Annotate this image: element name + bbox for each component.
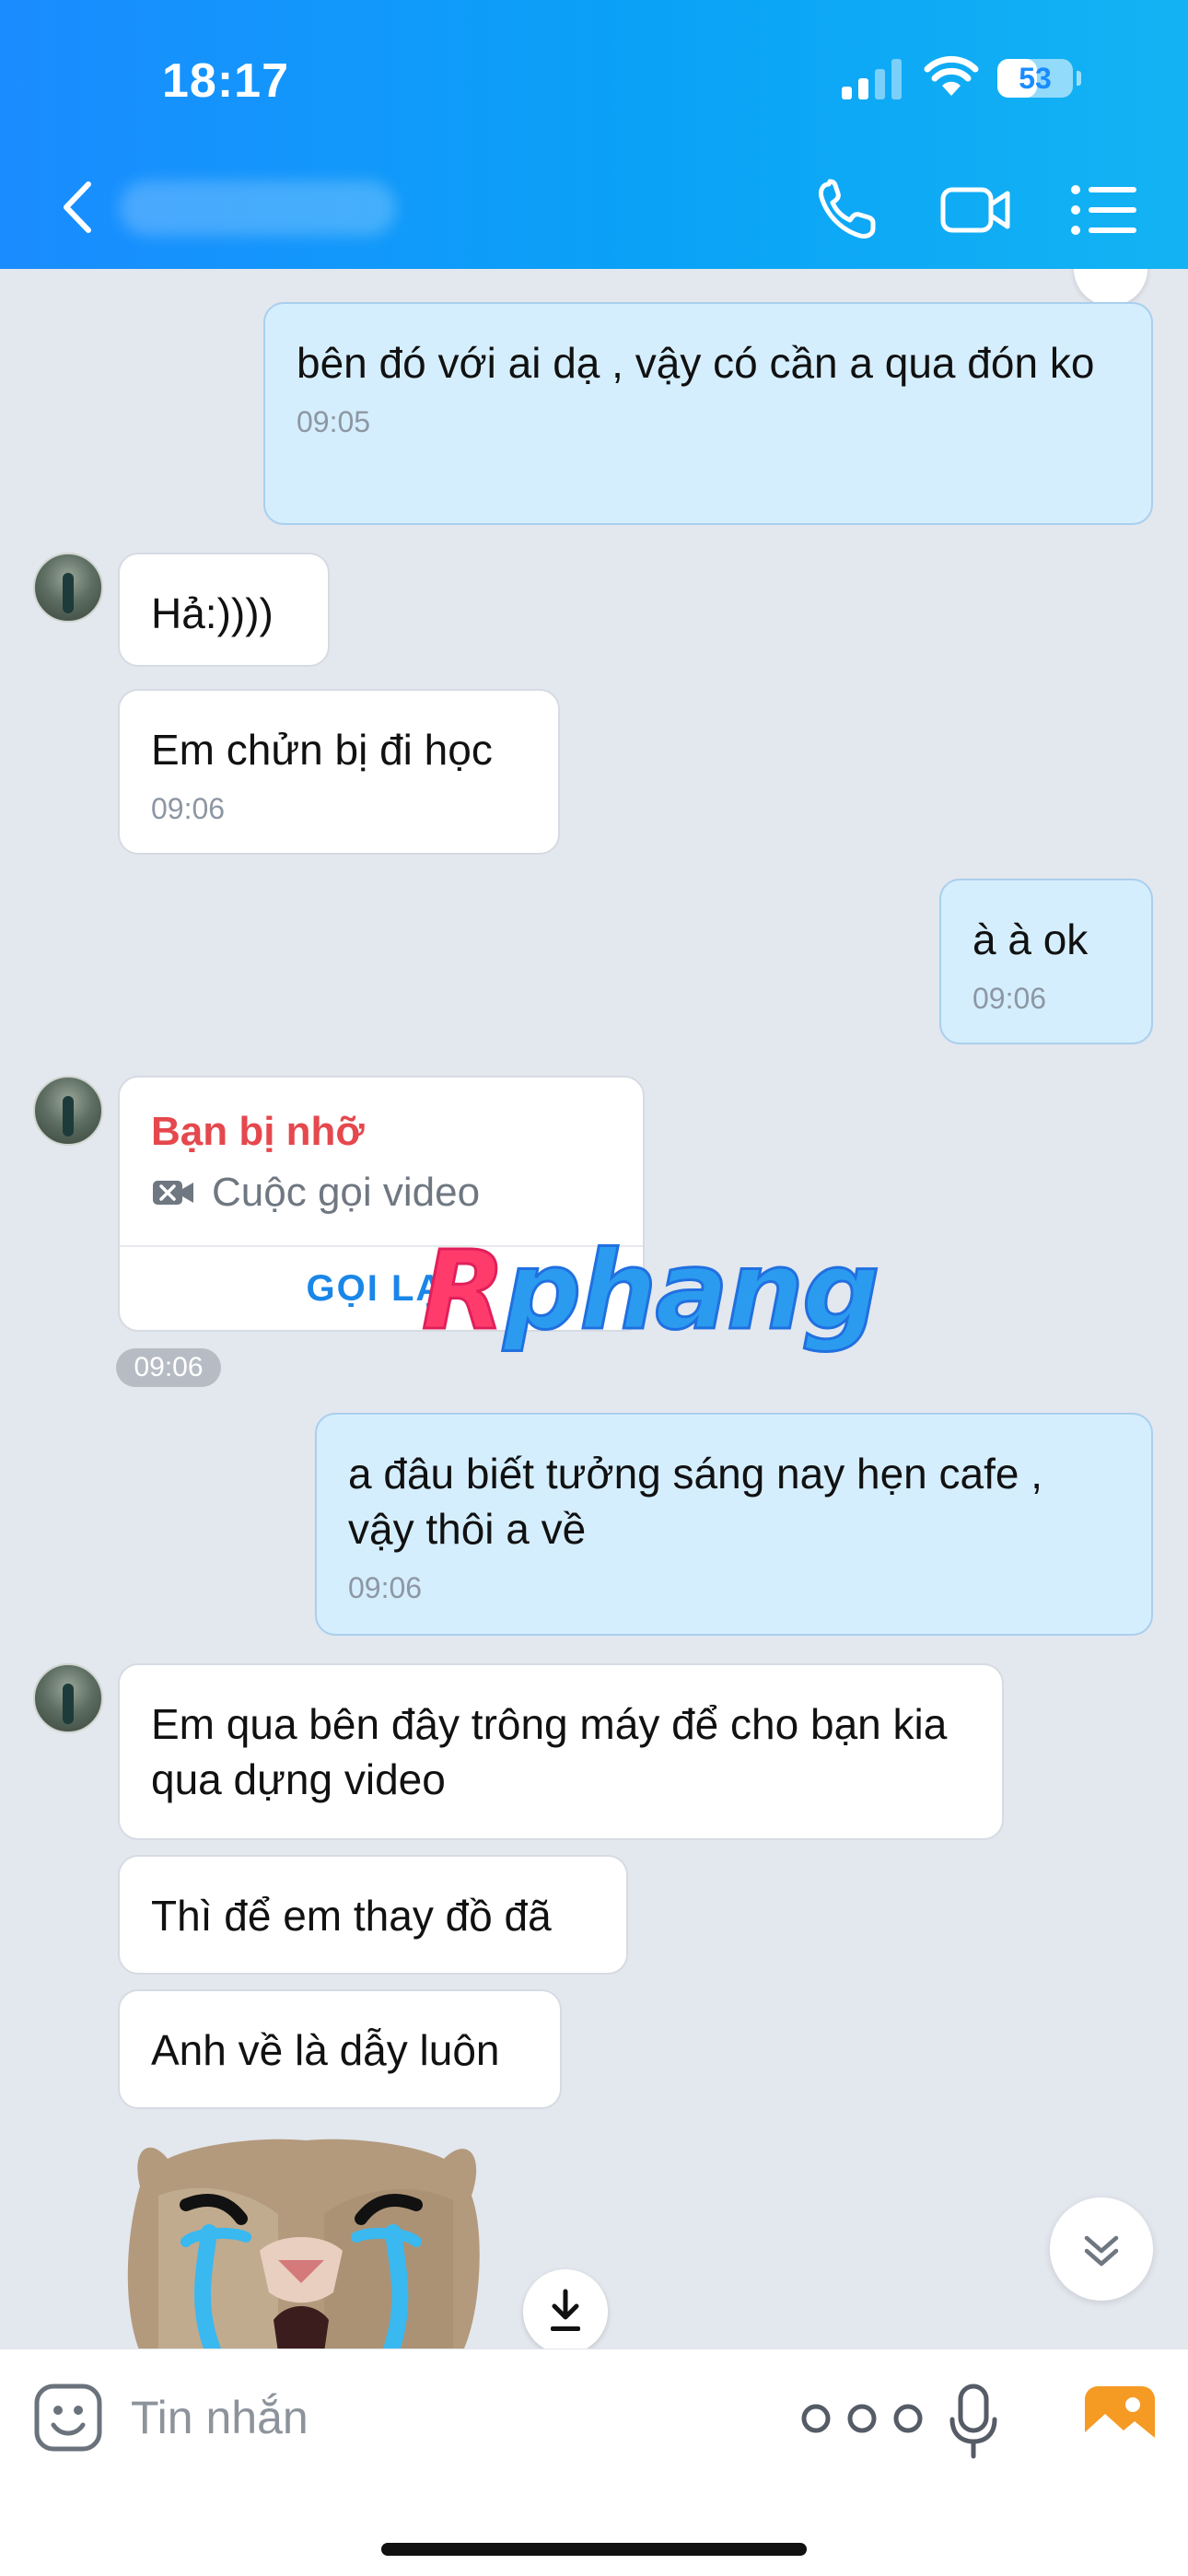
- message-bubble-outgoing[interactable]: a đâu biết tưởng sáng nay hẹn cafe , vậy…: [315, 1413, 1153, 1636]
- message-text: Em chửn bị đi học: [151, 726, 493, 774]
- collapse-button[interactable]: [1074, 269, 1147, 306]
- avatar[interactable]: [33, 1076, 103, 1146]
- wifi-icon: [924, 55, 979, 96]
- battery-percent: 53: [1019, 62, 1052, 95]
- message-bubble-incoming[interactable]: Thì để em thay đồ đã: [118, 1855, 628, 1975]
- scroll-to-bottom-button[interactable]: [1050, 2197, 1153, 2301]
- message-input[interactable]: [129, 2375, 740, 2460]
- message-list[interactable]: bên đó với ai dạ , vậy có cần a qua đón …: [0, 269, 1188, 2349]
- message-bubble-incoming[interactable]: Em chửn bị đi học 09:06: [118, 689, 560, 855]
- message-text: Hả:)))): [151, 589, 274, 637]
- home-indicator: [381, 2543, 807, 2556]
- message-text: à à ok: [973, 915, 1089, 963]
- avatar[interactable]: [33, 553, 103, 623]
- message-text: Em qua bên đây trông máy để cho bạn kia …: [151, 1700, 948, 1803]
- gallery-button[interactable]: [1083, 2384, 1157, 2451]
- chat-header: 18:17 53: [0, 0, 1188, 269]
- emoji-sticker-button[interactable]: [33, 2383, 103, 2453]
- battery-tip: [1077, 71, 1081, 86]
- message-text: a đâu biết tưởng sáng nay hẹn cafe , vậy…: [348, 1450, 1043, 1553]
- voice-call-button[interactable]: [810, 177, 884, 243]
- watermark-letter: R: [421, 1226, 507, 1356]
- cellular-signal-icon: [842, 59, 902, 99]
- message-text: Thì để em thay đồ đã: [151, 1892, 552, 1940]
- message-bubble-incoming[interactable]: Em qua bên đây trông máy để cho bạn kia …: [118, 1663, 1004, 1840]
- message-bubble-incoming[interactable]: Hả:)))): [118, 553, 330, 667]
- watermark-text: phang: [502, 1226, 881, 1356]
- video-call-button[interactable]: [939, 177, 1013, 243]
- message-time-pill: 09:06: [116, 1348, 221, 1387]
- video-camera-off-icon: [153, 1181, 193, 1205]
- message-text: bên đó với ai dạ , vậy có cần a qua đón …: [297, 339, 1095, 387]
- back-button[interactable]: [55, 175, 101, 239]
- more-options-button[interactable]: [798, 2395, 926, 2442]
- cat-sticker[interactable]: [122, 2131, 481, 2349]
- message-bubble-outgoing[interactable]: bên đó với ai dạ , vậy có cần a qua đón …: [263, 302, 1153, 525]
- message-input-bar: [0, 2349, 1188, 2576]
- message-time: 09:06: [973, 982, 1047, 1015]
- message-time: 09:05: [297, 405, 371, 438]
- microphone-button[interactable]: [949, 2383, 998, 2460]
- missed-call-title: Bạn bị nhỡ: [151, 1109, 365, 1154]
- avatar[interactable]: [33, 1663, 103, 1733]
- message-text: Anh về là dẫy luôn: [151, 2026, 500, 2074]
- status-time: 18:17: [162, 54, 289, 108]
- message-time: 09:06: [348, 1571, 423, 1604]
- message-bubble-incoming[interactable]: Anh về là dẫy luôn: [118, 1989, 562, 2109]
- menu-button[interactable]: [1068, 177, 1142, 243]
- message-time: 09:06: [151, 792, 226, 825]
- download-button[interactable]: [523, 2269, 608, 2354]
- battery-indicator: 53: [997, 59, 1073, 98]
- missed-call-type: Cuộc gọi video: [212, 1170, 481, 1215]
- brand-watermark: Rphang: [421, 1226, 881, 1356]
- contact-name[interactable]: [120, 181, 396, 236]
- message-bubble-outgoing[interactable]: à à ok 09:06: [939, 879, 1153, 1044]
